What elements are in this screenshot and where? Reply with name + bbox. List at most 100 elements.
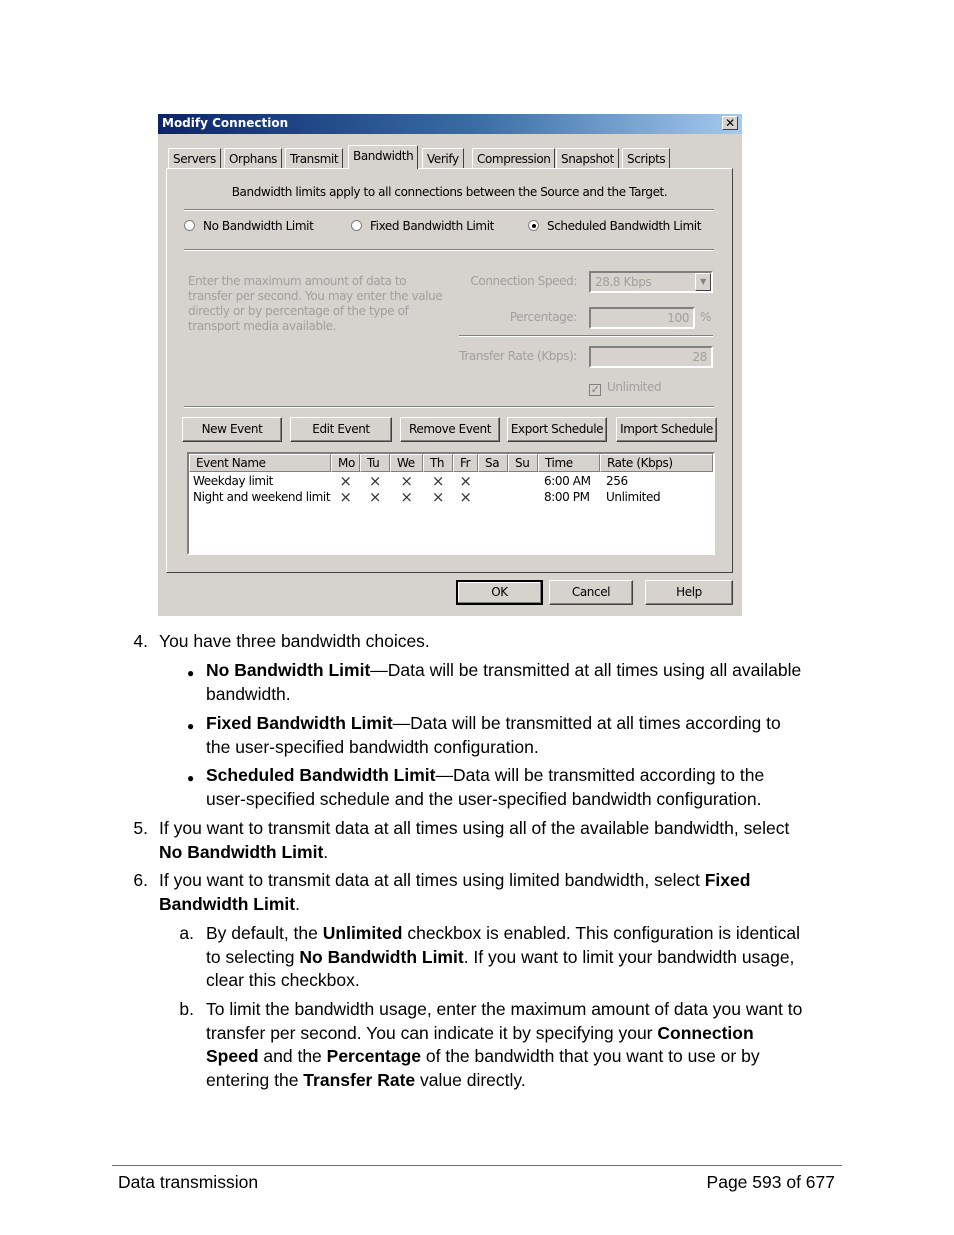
tab-bandwidth[interactable]: Bandwidth xyxy=(348,145,419,169)
divider xyxy=(459,335,713,337)
column-header-time[interactable]: Time xyxy=(538,454,600,472)
step-6-text: If you want to transmit data at all time… xyxy=(159,869,849,916)
table-row[interactable]: Weekday limit × × × × × 6:00 AM 256 xyxy=(189,473,713,489)
tab-servers[interactable]: Servers xyxy=(168,148,221,168)
time-cell: 8:00 PM xyxy=(544,490,590,504)
percentage-label: Percentage: xyxy=(509,310,578,324)
bullet-text: bandwidth. xyxy=(206,683,291,704)
tab-verify[interactable]: Verify xyxy=(422,148,464,168)
column-header-mo[interactable]: Mo xyxy=(331,454,360,472)
bandwidth-panel: Bandwidth limits apply to all connection… xyxy=(166,168,733,573)
edit-event-button[interactable]: Edit Event xyxy=(290,417,392,442)
substep-a-text: By default, the Unlimited checkbox is en… xyxy=(206,922,896,993)
import-schedule-button[interactable]: Import Schedule xyxy=(616,417,717,442)
column-header-sa[interactable]: Sa xyxy=(478,454,508,472)
step-number: 5. xyxy=(133,818,148,838)
column-header-event-name[interactable]: Event Name xyxy=(189,454,331,472)
help-button[interactable]: Help xyxy=(645,580,733,605)
radio-no-bandwidth-limit[interactable]: No Bandwidth Limit xyxy=(184,219,314,233)
day-tu-cell: × xyxy=(368,488,382,506)
chevron-down-icon[interactable]: ▼ xyxy=(695,273,711,291)
bullet-text: —Data will be transmitted at all times u… xyxy=(370,660,802,680)
column-header-fr[interactable]: Fr xyxy=(453,454,478,472)
percentage-input[interactable]: 100 xyxy=(589,307,695,329)
bullet-text: —Data will be transmitted according to t… xyxy=(435,765,765,785)
substep-text: . If you want to limit your bandwidth us… xyxy=(463,946,795,967)
step-term: Fixed xyxy=(704,870,751,890)
bullet-icon: ● xyxy=(187,666,195,680)
substep-text: value directly. xyxy=(415,1069,526,1090)
radio-button-icon[interactable] xyxy=(351,220,362,231)
checkbox-checked-icon[interactable]: ✓ xyxy=(589,384,601,396)
tab-orphans[interactable]: Orphans xyxy=(224,148,283,168)
substep-term: Unlimited xyxy=(322,923,403,943)
dialog-title: Modify Connection xyxy=(162,116,289,130)
unlimited-label: Unlimited xyxy=(607,380,662,394)
substep-text: checkbox is enabled. This configuration … xyxy=(402,923,801,943)
column-header-tu[interactable]: Tu xyxy=(360,454,390,472)
divider xyxy=(184,249,714,251)
footer-section-title: Data transmission xyxy=(118,1172,259,1192)
step-text: If you want to transmit data at all time… xyxy=(159,870,705,890)
bullet-fixed-bandwidth-limit: Fixed Bandwidth Limit—Data will be trans… xyxy=(206,712,896,759)
schedule-list[interactable]: Event Name Mo Tu We Th Fr Sa Su Time Rat… xyxy=(187,452,715,555)
new-event-button[interactable]: New Event xyxy=(182,417,282,442)
time-cell: 6:00 AM xyxy=(544,474,591,488)
cancel-button[interactable]: Cancel xyxy=(549,580,633,605)
radio-label: Scheduled Bandwidth Limit xyxy=(547,219,702,233)
divider xyxy=(184,406,714,408)
bandwidth-help-text: Enter the maximum amount of data to tran… xyxy=(188,274,443,333)
unlimited-checkbox[interactable]: ✓ Unlimited xyxy=(589,380,662,396)
ok-button[interactable]: OK xyxy=(456,580,543,605)
column-header-su[interactable]: Su xyxy=(508,454,538,472)
close-icon[interactable]: ✕ xyxy=(722,116,738,130)
schedule-list-header: Event Name Mo Tu We Th Fr Sa Su Time Rat… xyxy=(189,454,713,472)
bullet-icon: ● xyxy=(187,771,195,785)
step-text: . xyxy=(295,893,300,914)
bullet-term: Scheduled Bandwidth Limit xyxy=(206,765,436,785)
substep-term: Transfer Rate xyxy=(303,1069,416,1090)
connection-speed-label: Connection Speed: xyxy=(470,274,577,288)
percent-unit: % xyxy=(700,310,712,324)
export-schedule-button[interactable]: Export Schedule xyxy=(507,417,607,442)
tab-snapshot[interactable]: Snapshot xyxy=(556,148,619,168)
day-tu-cell: × xyxy=(368,472,382,490)
radio-label: Fixed Bandwidth Limit xyxy=(370,219,494,233)
radio-label: No Bandwidth Limit xyxy=(203,219,314,233)
transfer-rate-label: Transfer Rate (Kbps): xyxy=(459,349,577,363)
day-fr-cell: × xyxy=(459,472,472,490)
bullet-term: Fixed Bandwidth Limit xyxy=(206,713,393,733)
radio-button-selected-icon[interactable] xyxy=(528,220,539,231)
connection-speed-value: 28.8 Kbps xyxy=(595,275,652,289)
tab-compression[interactable]: Compression xyxy=(472,148,556,168)
divider xyxy=(184,209,714,211)
radio-fixed-bandwidth-limit[interactable]: Fixed Bandwidth Limit xyxy=(351,219,494,233)
substep-term: Speed xyxy=(206,1046,259,1066)
step-term: Bandwidth Limit xyxy=(159,893,296,914)
column-header-th[interactable]: Th xyxy=(423,454,453,472)
transfer-rate-input[interactable]: 28 xyxy=(589,346,713,368)
substep-b-text: To limit the bandwidth usage, enter the … xyxy=(206,998,896,1092)
substep-text: and the xyxy=(258,1046,327,1066)
rate-cell: Unlimited xyxy=(606,490,661,504)
substep-text: To limit the bandwidth usage, enter the … xyxy=(206,999,803,1019)
substep-text: clear this checkbox. xyxy=(206,970,360,990)
step-4-text: You have three bandwidth choices. xyxy=(159,631,430,651)
substep-text: to selecting xyxy=(206,946,300,967)
bullet-term: No Bandwidth Limit xyxy=(206,660,371,680)
substep-text: By default, the xyxy=(206,923,323,943)
title-bar: Modify Connection ✕ xyxy=(158,114,742,134)
tab-scripts[interactable]: Scripts xyxy=(622,148,671,168)
step-term: No Bandwidth Limit xyxy=(159,841,324,862)
radio-button-icon[interactable] xyxy=(184,220,195,231)
substep-letter: b. xyxy=(179,999,194,1019)
column-header-rate[interactable]: Rate (Kbps) xyxy=(600,454,713,472)
column-header-we[interactable]: We xyxy=(390,454,423,472)
remove-event-button[interactable]: Remove Event xyxy=(400,417,500,442)
table-row[interactable]: Night and weekend limit × × × × × 8:00 P… xyxy=(189,489,713,505)
connection-speed-select[interactable]: 28.8 Kbps ▼ xyxy=(589,271,713,293)
bullet-no-bandwidth-limit: No Bandwidth Limit—Data will be transmit… xyxy=(206,659,896,706)
bullet-scheduled-bandwidth-limit: Scheduled Bandwidth Limit—Data will be t… xyxy=(206,764,896,811)
tab-transmit[interactable]: Transmit xyxy=(285,148,344,168)
radio-scheduled-bandwidth-limit[interactable]: Scheduled Bandwidth Limit xyxy=(528,219,701,233)
